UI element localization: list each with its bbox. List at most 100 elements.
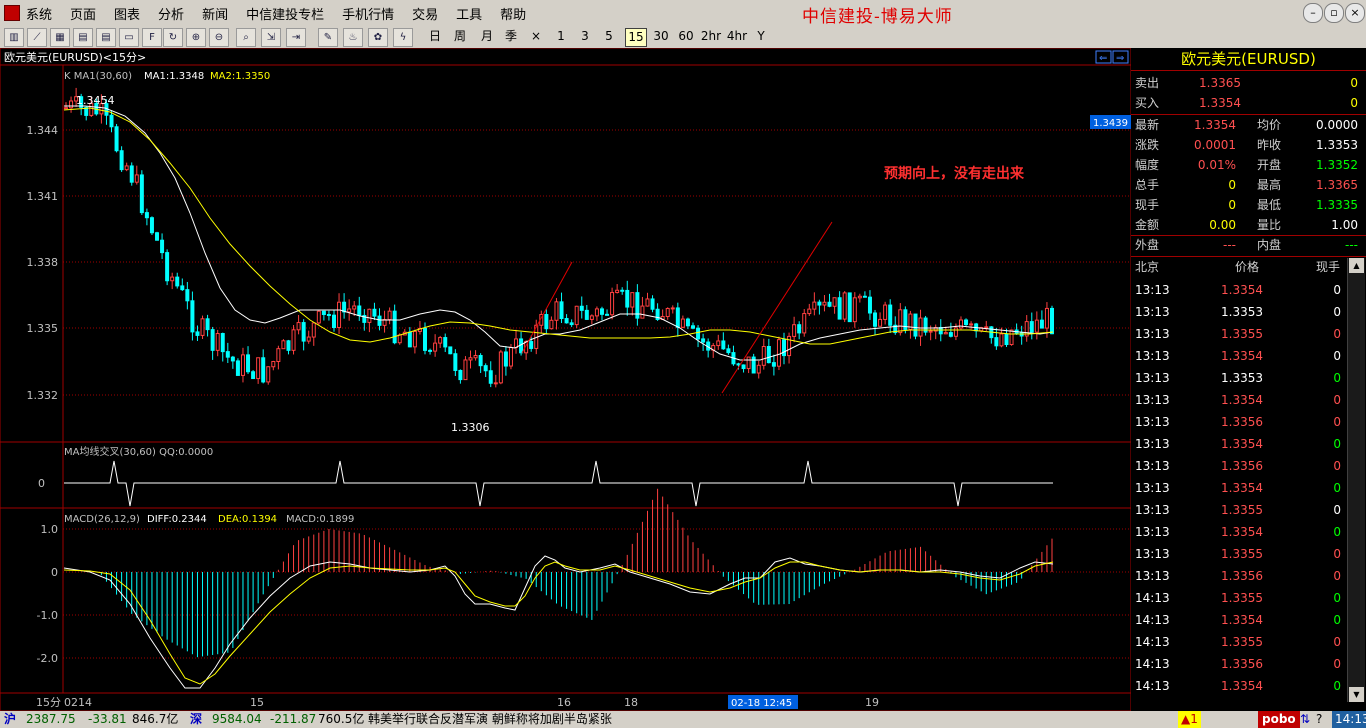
candle-body [256,357,261,380]
candle-body [953,327,958,337]
tick-vol: 0 [1333,635,1341,649]
quote-value: --- [1223,238,1236,252]
tick-time: 13:13 [1135,481,1170,495]
tick-price: 1.3356 [1221,415,1263,429]
import-icon[interactable]: ⇥ [286,28,306,47]
candle-body [630,292,635,308]
candle-body [594,308,599,317]
alert-badge[interactable]: ▲1 [1178,711,1201,728]
period-1[interactable]: 1 [556,28,566,45]
restore-icon[interactable]: ▫ [1324,3,1344,23]
edit-icon[interactable]: ✎ [318,28,338,47]
ticks-header-price: 价格 [1235,260,1260,274]
period-30[interactable]: 30 [652,28,670,45]
period-15[interactable]: 15 [625,28,647,47]
candlestick-icon[interactable]: ▥ [4,28,24,47]
bar-chart-icon[interactable]: ▤ [73,28,93,47]
f10-icon[interactable]: F [142,28,162,47]
period-4hr[interactable]: 4hr [725,28,749,45]
buy-label: 买入 [1135,96,1160,110]
tick-row: 13:13 1.3354 0 [1131,433,1353,455]
menu-item-chart[interactable]: 图表 [114,4,140,23]
candle-body [64,107,68,110]
close-icon[interactable]: × [1345,3,1365,23]
tick-vol: 0 [1333,613,1341,627]
candle-body [589,315,594,320]
menu-item-trade[interactable]: 交易 [412,4,438,23]
export-icon[interactable]: ⇲ [261,28,281,47]
menu-item-mobile[interactable]: 手机行情 [342,4,394,23]
scroll-down-icon[interactable]: ▼ [1349,687,1364,702]
network-icon: ⇅ [1300,712,1311,726]
grid-icon[interactable]: ▦ [50,28,70,47]
candle-body [822,301,827,306]
period-2hr[interactable]: 2hr [700,28,722,45]
period-close[interactable]: × [530,28,542,45]
tick-scrollbar[interactable]: ▲ ▼ [1347,258,1365,702]
search-icon[interactable]: ⌕ [236,28,256,47]
candle-body [888,304,893,326]
tick-price: 1.3354 [1221,437,1263,451]
tick-vol: 0 [1333,481,1341,495]
menu-item-news[interactable]: 新闻 [202,4,228,23]
period-day[interactable]: 日 [428,28,442,45]
candle-body [514,338,519,349]
zoom-in-icon[interactable]: ⊕ [186,28,206,47]
menu-item-page[interactable]: 页面 [70,4,96,23]
y-label-1344: 1.344 [27,124,59,137]
tick-vol: 0 [1333,305,1341,319]
price-chart[interactable]: 欧元美元(EURUSD)<15分> ⇐ ⇒ K MA1(30,60) MA1:1… [0,48,1131,711]
zoom-out-icon[interactable]: ⊖ [209,28,229,47]
table-icon[interactable]: ▤ [96,28,116,47]
minimize-icon[interactable]: – [1303,3,1323,23]
news-ticker[interactable]: 韩美举行联合反潜军演 朝鲜称将加剧半岛紧张 [368,711,612,728]
candle-body [867,296,872,314]
candle-body [377,315,382,326]
quote-row-amount: 金额 0.00 量比 1.00 [1131,215,1366,235]
info-icon[interactable]: ? [1316,711,1322,728]
menu-item-tools[interactable]: 工具 [456,4,482,23]
tick-time: 13:13 [1135,371,1170,385]
quote-label: 最低 [1257,198,1282,212]
menu-item-analysis[interactable]: 分析 [158,4,184,23]
period-year[interactable]: Y [755,28,767,45]
candle-body [928,330,933,333]
candle-body [827,301,832,307]
alarm-icon[interactable]: ♨ [343,28,363,47]
ma-legend-prefix: K MA1(30,60) [64,71,132,82]
period-60[interactable]: 60 [677,28,695,45]
line-chart-icon[interactable]: ⟋ [27,28,47,47]
candle-body [883,304,888,320]
candle-body [160,239,165,254]
menu-item-help[interactable]: 帮助 [500,4,526,23]
candle-body [180,285,185,291]
scroll-up-icon[interactable]: ▲ [1349,258,1364,273]
tick-price: 1.3356 [1221,569,1263,583]
indicator-icon[interactable]: ✿ [368,28,388,47]
period-quarter[interactable]: 季 [504,28,518,45]
buy-vol: 0 [1350,96,1358,110]
candle-body [240,354,245,376]
quote-divider-top [1131,70,1366,71]
period-week[interactable]: 周 [453,28,467,45]
period-5[interactable]: 5 [604,28,614,45]
candle-body [1034,319,1039,333]
sz-index: 9584.04 [212,712,262,726]
candle-body [443,337,448,348]
candle-body [878,318,883,327]
candle-body [605,313,610,316]
period-month[interactable]: 月 [480,28,494,45]
candle-body [685,318,690,327]
period-3[interactable]: 3 [580,28,590,45]
candle-body [898,309,903,334]
candle-body [726,348,731,354]
menu-item-system[interactable]: 系统 [26,4,52,23]
window-icon[interactable]: ▭ [119,28,139,47]
candle-body [230,356,235,362]
candle-body [766,346,771,364]
candle-body [235,360,240,376]
refresh-icon[interactable]: ↻ [163,28,183,47]
menu-item-column[interactable]: 中信建投专栏 [246,4,324,23]
quote-label: 均价 [1257,118,1282,132]
lightning-icon[interactable]: ϟ [393,28,413,47]
